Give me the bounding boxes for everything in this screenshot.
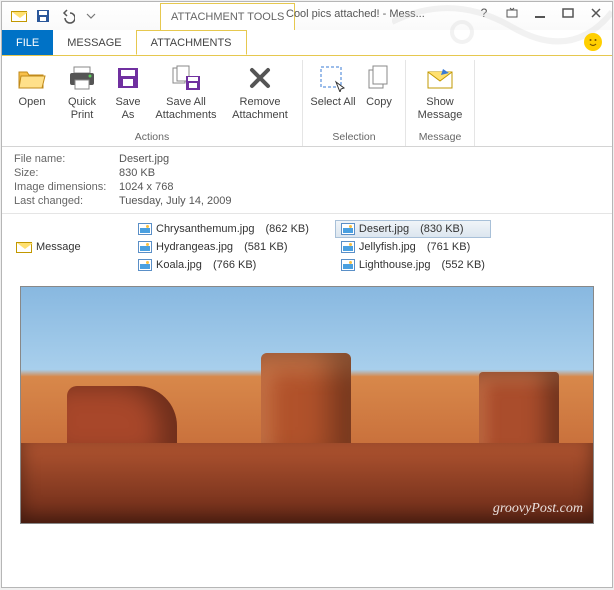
attachment-item[interactable]: Jellyfish.jpg (761 KB)	[335, 238, 491, 256]
open-button[interactable]: Open	[8, 60, 56, 109]
attachment-item[interactable]: Koala.jpg (766 KB)	[132, 256, 315, 274]
group-label-message: Message	[419, 129, 462, 146]
size-label: Size:	[14, 167, 119, 179]
attachment-size: (552 KB)	[442, 259, 485, 271]
dimensions-value: 1024 x 768	[119, 181, 173, 193]
ribbon: Open Quick Print Save As Save All Attach…	[2, 55, 612, 147]
show-message-button[interactable]: Show Message	[412, 60, 468, 121]
remove-label: Remove Attachment	[224, 96, 296, 121]
qat-dropdown-icon[interactable]	[80, 5, 102, 27]
select-all-icon	[317, 62, 349, 94]
attachment-name: Desert.jpg	[359, 223, 409, 235]
picture-icon	[138, 223, 152, 235]
open-label: Open	[19, 96, 46, 109]
group-label-actions: Actions	[135, 129, 169, 146]
save-as-button[interactable]: Save As	[108, 60, 148, 121]
open-folder-icon	[16, 62, 48, 94]
ribbon-group-actions: Open Quick Print Save As Save All Attach…	[2, 60, 303, 146]
envelope-icon	[16, 242, 32, 253]
attachment-name: Lighthouse.jpg	[359, 259, 431, 271]
feedback-smiley-icon[interactable]	[584, 33, 602, 51]
group-label-selection: Selection	[332, 129, 375, 146]
last-changed-label: Last changed:	[14, 195, 119, 207]
ribbon-group-message: Show Message Message	[406, 60, 475, 146]
ribbon-tabstrip: FILE MESSAGE ATTACHMENTS	[2, 30, 612, 55]
attachment-size: (862 KB)	[266, 223, 309, 235]
close-icon[interactable]	[582, 2, 610, 24]
ribbon-group-selection: Select All Copy Selection	[303, 60, 406, 146]
ribbon-display-icon[interactable]	[498, 2, 526, 24]
copy-button[interactable]: Copy	[359, 60, 399, 109]
remove-attachment-button[interactable]: Remove Attachment	[224, 60, 296, 121]
tab-attachments[interactable]: ATTACHMENTS	[136, 30, 247, 55]
window-controls: ?	[470, 2, 610, 24]
select-all-label: Select All	[310, 96, 355, 109]
attachment-size: (766 KB)	[213, 259, 256, 271]
copy-label: Copy	[366, 96, 392, 109]
quick-access-toolbar	[2, 5, 102, 27]
contextual-tab-label: ATTACHMENT TOOLS	[160, 3, 295, 30]
filename-label: File name:	[14, 153, 119, 165]
dimensions-label: Image dimensions:	[14, 181, 119, 193]
save-as-icon	[112, 62, 144, 94]
new-mail-icon[interactable]	[8, 5, 30, 27]
attachment-item-selected[interactable]: Desert.jpg (830 KB)	[335, 220, 491, 238]
attachment-item[interactable]: Chrysanthemum.jpg (862 KB)	[132, 220, 315, 238]
message-button-label: Message	[36, 241, 81, 253]
attachment-size: (761 KB)	[427, 241, 470, 253]
save-all-label: Save All Attachments	[150, 96, 222, 121]
attachment-name: Koala.jpg	[156, 259, 202, 271]
attachment-name: Hydrangeas.jpg	[156, 241, 233, 253]
save-all-icon	[170, 62, 202, 94]
titlebar: ATTACHMENT TOOLS Cool pics attached! - M…	[2, 2, 612, 30]
tab-message[interactable]: MESSAGE	[53, 30, 135, 55]
picture-icon	[138, 259, 152, 271]
picture-icon	[138, 241, 152, 253]
quick-print-label: Quick Print	[58, 96, 106, 121]
show-message-icon	[424, 62, 456, 94]
select-all-button[interactable]: Select All	[309, 60, 357, 109]
picture-icon	[341, 241, 355, 253]
remove-icon	[244, 62, 276, 94]
attachment-name: Jellyfish.jpg	[359, 241, 416, 253]
undo-icon[interactable]	[56, 5, 78, 27]
save-as-label: Save As	[108, 96, 148, 121]
picture-icon	[341, 223, 355, 235]
tab-file[interactable]: FILE	[2, 30, 53, 55]
size-value: 830 KB	[119, 167, 155, 179]
minimize-icon[interactable]	[526, 2, 554, 24]
copy-icon	[363, 62, 395, 94]
last-changed-value: Tuesday, July 14, 2009	[119, 195, 232, 207]
attachment-item[interactable]: Lighthouse.jpg (552 KB)	[335, 256, 491, 274]
watermark: groovyPost.com	[493, 501, 583, 517]
message-body-button[interactable]: Message	[12, 220, 132, 274]
save-all-button[interactable]: Save All Attachments	[150, 60, 222, 121]
attachment-name: Chrysanthemum.jpg	[156, 223, 254, 235]
picture-icon	[341, 259, 355, 271]
filename-value: Desert.jpg	[119, 153, 169, 165]
attachment-item[interactable]: Hydrangeas.jpg (581 KB)	[132, 238, 315, 256]
window-title: Cool pics attached! - Mess...	[286, 8, 425, 20]
outlook-message-window: ATTACHMENT TOOLS Cool pics attached! - M…	[1, 1, 613, 588]
save-icon[interactable]	[32, 5, 54, 27]
printer-icon	[66, 62, 98, 94]
quick-print-button[interactable]: Quick Print	[58, 60, 106, 121]
attachment-size: (830 KB)	[420, 223, 463, 235]
attachment-details: File name:Desert.jpg Size:830 KB Image d…	[2, 147, 612, 214]
attachment-preview: groovyPost.com	[20, 286, 594, 524]
help-icon[interactable]: ?	[470, 2, 498, 24]
attachment-bar: Message Chrysanthemum.jpg (862 KB) Hydra…	[2, 214, 612, 280]
maximize-icon[interactable]	[554, 2, 582, 24]
show-message-label: Show Message	[412, 96, 468, 121]
attachment-size: (581 KB)	[244, 241, 287, 253]
